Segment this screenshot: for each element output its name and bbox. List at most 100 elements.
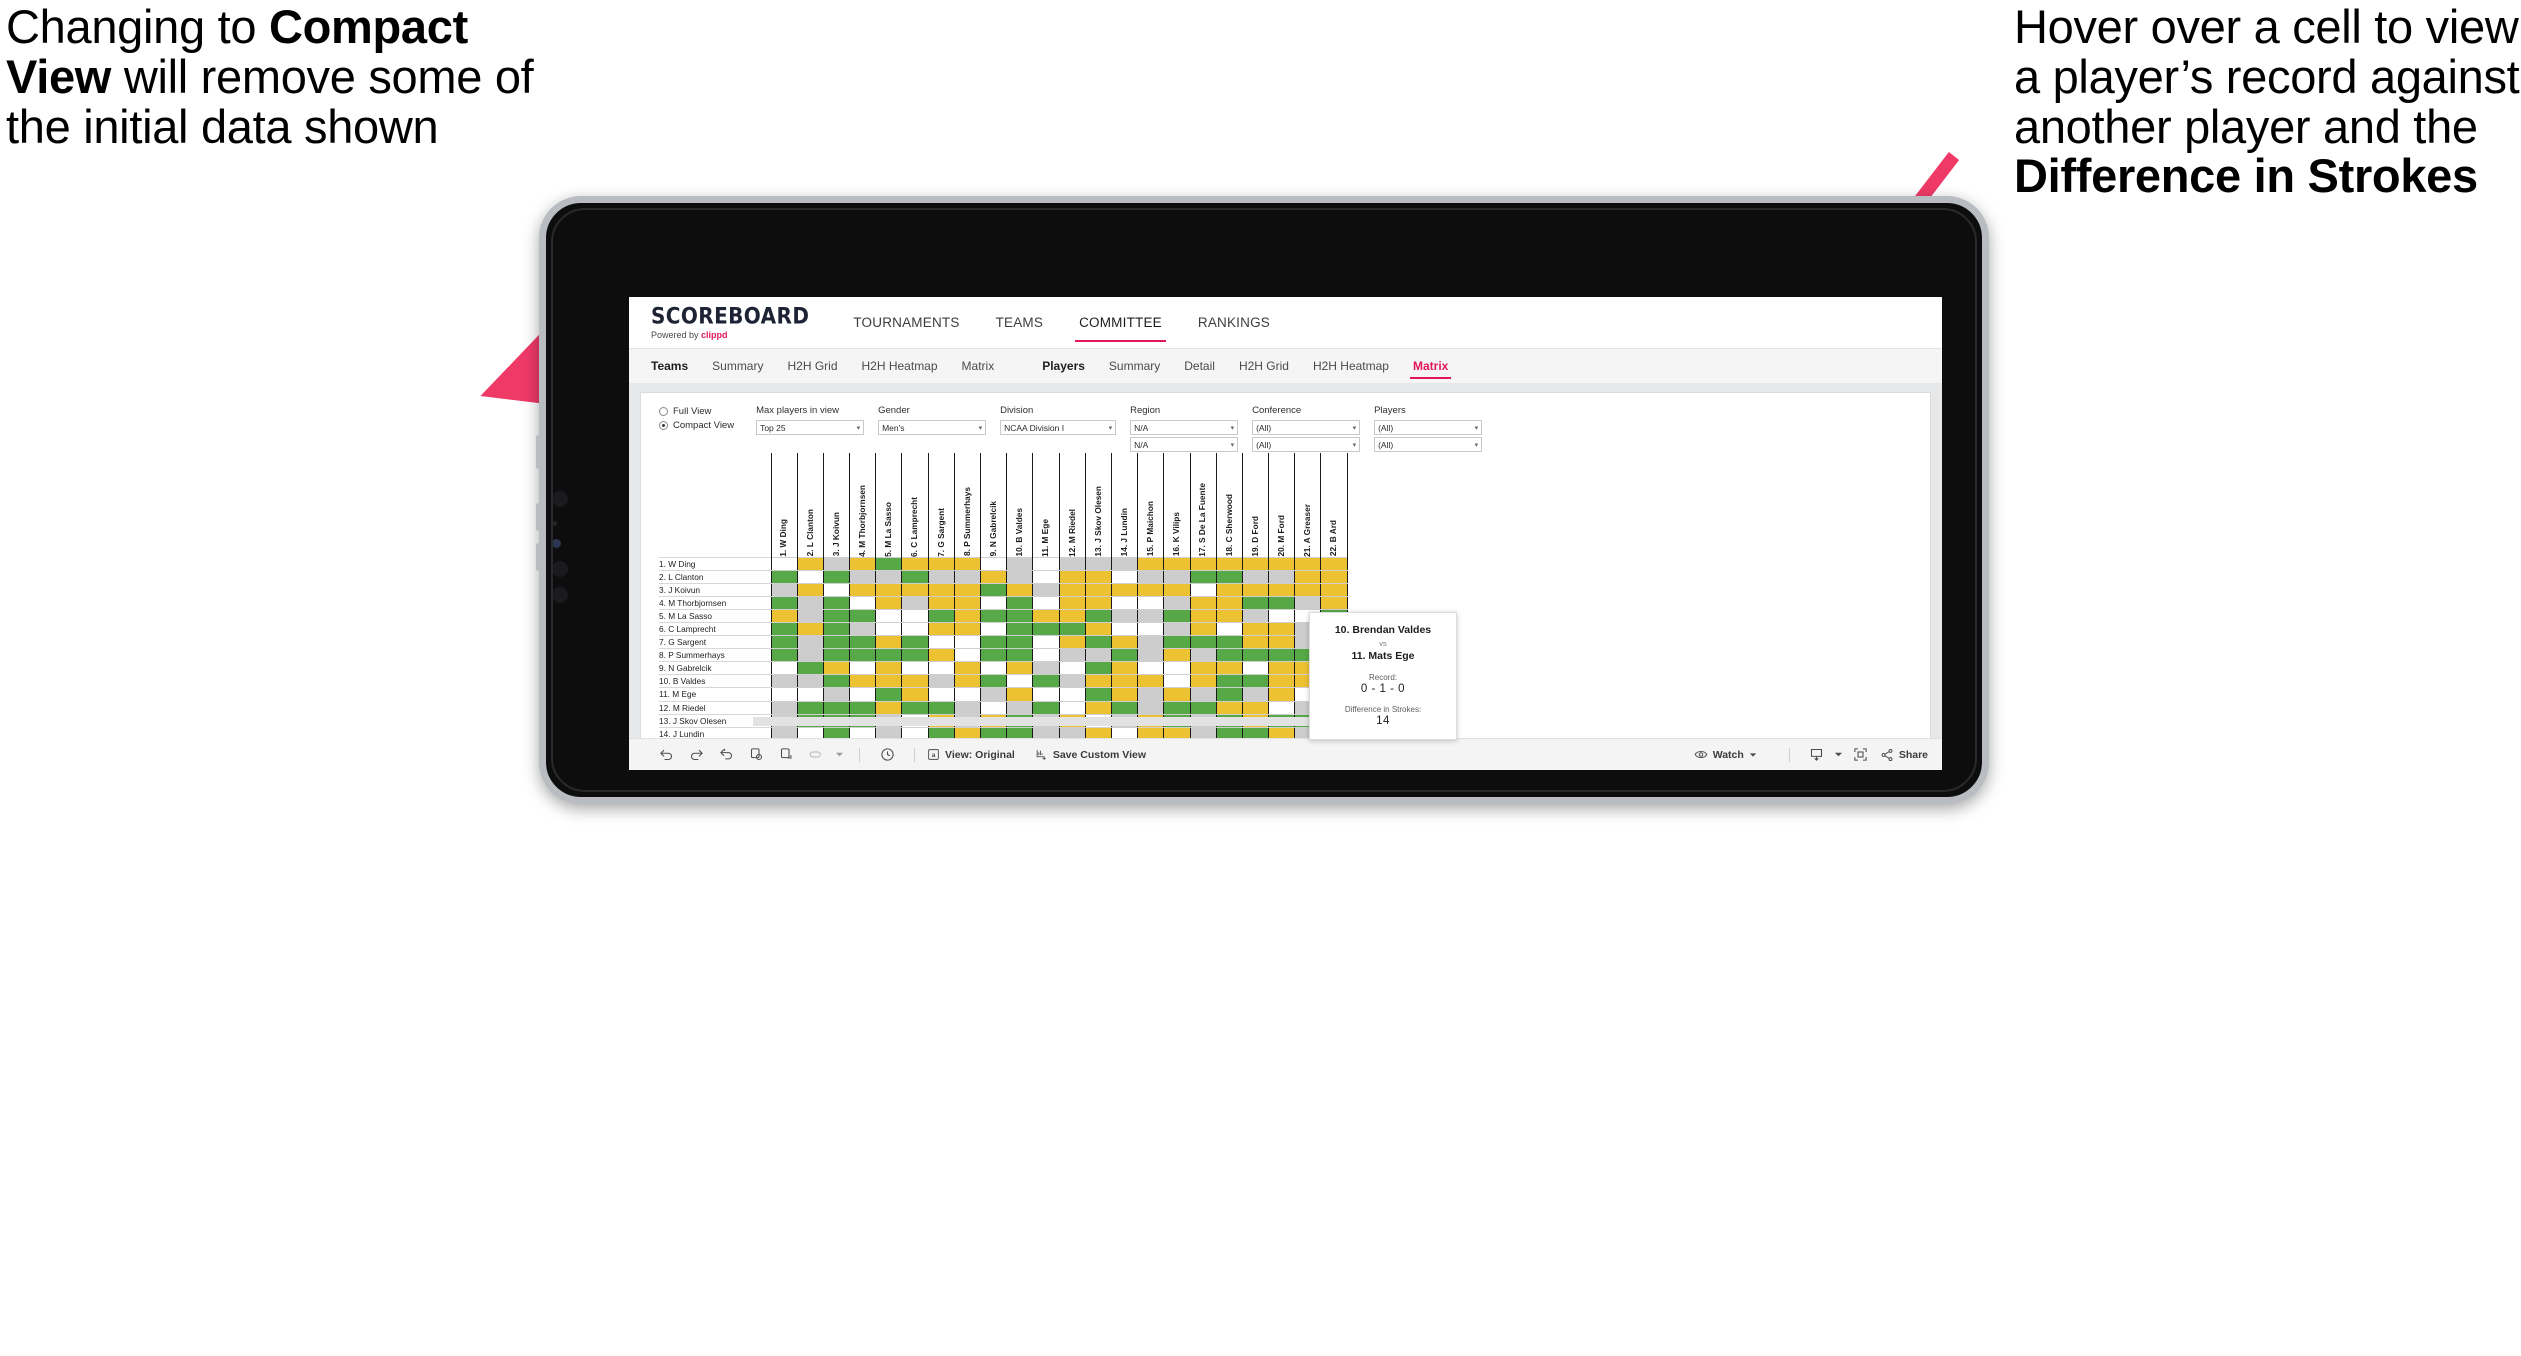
matrix-cell[interactable]	[1110, 687, 1139, 702]
filter-conference-select-2[interactable]: (All) ▾	[1252, 437, 1361, 452]
matrix-cell[interactable]	[1241, 556, 1270, 571]
matrix-cell[interactable]	[1032, 595, 1060, 610]
matrix-cell[interactable]	[927, 569, 955, 584]
matrix-cell[interactable]	[1006, 556, 1034, 571]
matrix-cell[interactable]	[1137, 648, 1165, 663]
matrix-cell[interactable]	[953, 687, 982, 702]
matrix-cell[interactable]	[1137, 569, 1165, 584]
matrix-cell[interactable]	[1084, 635, 1112, 650]
matrix-cell[interactable]	[1268, 556, 1296, 571]
matrix-cell[interactable]	[901, 608, 929, 623]
matrix-cell[interactable]	[796, 674, 824, 689]
matrix-cell[interactable]	[875, 556, 903, 571]
matrix-cell[interactable]	[979, 582, 1008, 597]
matrix-cell[interactable]	[1163, 687, 1191, 702]
matrix-cell[interactable]	[1241, 648, 1270, 663]
matrix-cell[interactable]	[1189, 582, 1217, 597]
matrix-cell[interactable]	[1006, 661, 1034, 676]
matrix-cell[interactable]	[1006, 687, 1034, 702]
matrix-cell[interactable]	[1215, 621, 1243, 637]
filter-max-players-select[interactable]: Top 25 ▾	[756, 420, 865, 435]
matrix-cell[interactable]	[1241, 687, 1270, 702]
matrix-cell[interactable]	[770, 556, 798, 571]
matrix-cell[interactable]	[796, 608, 824, 623]
matrix-cell[interactable]	[1058, 700, 1086, 715]
matrix-cell[interactable]	[1163, 556, 1191, 571]
matrix-cell[interactable]	[1110, 595, 1139, 610]
share-button[interactable]: Share	[1880, 748, 1928, 762]
matrix-cell[interactable]	[1241, 700, 1270, 715]
matrix-cell[interactable]	[1137, 582, 1165, 597]
matrix-cell[interactable]	[1084, 582, 1112, 597]
save-custom-view-button[interactable]: Save Custom View	[1035, 748, 1146, 761]
matrix-cell[interactable]	[849, 621, 877, 637]
matrix-cell[interactable]	[1006, 595, 1034, 610]
matrix-cell[interactable]	[1215, 674, 1243, 689]
matrix-cell[interactable]	[1215, 569, 1243, 584]
nav-tournaments[interactable]: TOURNAMENTS	[835, 297, 977, 348]
matrix-cell[interactable]	[1110, 635, 1139, 650]
matrix-cell[interactable]	[875, 635, 903, 650]
matrix-cell[interactable]	[979, 687, 1008, 702]
matrix-cell[interactable]	[1268, 608, 1296, 623]
matrix-cell[interactable]	[796, 582, 824, 597]
matrix-cell[interactable]	[796, 621, 824, 637]
matrix-cell[interactable]	[875, 648, 903, 663]
matrix-cell[interactable]	[979, 569, 1008, 584]
matrix-cell[interactable]	[822, 700, 851, 715]
matrix-cell[interactable]	[796, 595, 824, 610]
matrix-cell[interactable]	[1294, 569, 1322, 584]
pause-icon[interactable]	[771, 747, 801, 762]
matrix-cell[interactable]	[927, 674, 955, 689]
matrix-cell[interactable]	[849, 687, 877, 702]
filter-conference-select-1[interactable]: (All) ▾	[1252, 420, 1361, 435]
matrix-cell[interactable]	[1032, 569, 1060, 584]
matrix-cell[interactable]	[927, 635, 955, 650]
matrix-cell[interactable]	[849, 608, 877, 623]
matrix-cell[interactable]	[953, 674, 982, 689]
matrix-cell[interactable]	[875, 595, 903, 610]
matrix-cell[interactable]	[927, 582, 955, 597]
matrix-cell[interactable]	[1268, 582, 1296, 597]
matrix-cell[interactable]	[822, 556, 851, 571]
radio-full-view[interactable]: Full View	[659, 406, 734, 417]
matrix-cell[interactable]	[875, 608, 903, 623]
filter-players-select-1[interactable]: (All) ▾	[1374, 420, 1483, 435]
matrix-cell[interactable]	[1241, 621, 1270, 637]
matrix-cell[interactable]	[875, 569, 903, 584]
matrix-cell[interactable]	[1163, 569, 1191, 584]
matrix-cell[interactable]	[1215, 595, 1243, 610]
matrix-cell[interactable]	[1006, 700, 1034, 715]
matrix-cell[interactable]	[1110, 621, 1139, 637]
matrix-cell[interactable]	[1032, 556, 1060, 571]
matrix-cell[interactable]	[1032, 661, 1060, 676]
matrix-cell[interactable]	[1058, 595, 1086, 610]
matrix-cell[interactable]	[849, 635, 877, 650]
matrix-cell[interactable]	[901, 621, 929, 637]
matrix-cell[interactable]	[1137, 556, 1165, 571]
matrix-cell[interactable]	[1163, 661, 1191, 676]
matrix-cell[interactable]	[1320, 569, 1348, 584]
nav-committee[interactable]: COMMITTEE	[1061, 297, 1180, 348]
matrix-cell[interactable]	[1189, 661, 1217, 676]
matrix-cell[interactable]	[822, 687, 851, 702]
matrix-cell[interactable]	[979, 648, 1008, 663]
matrix-cell[interactable]	[1241, 608, 1270, 623]
matrix-cell[interactable]	[979, 621, 1008, 637]
matrix-cell[interactable]	[1294, 595, 1322, 610]
matrix-cell[interactable]	[953, 635, 982, 650]
matrix-cell[interactable]	[770, 687, 798, 702]
matrix-cell[interactable]	[1163, 582, 1191, 597]
matrix-cell[interactable]	[1084, 687, 1112, 702]
matrix-cell[interactable]	[927, 595, 955, 610]
matrix-cell[interactable]	[770, 661, 798, 676]
matrix-cell[interactable]	[1058, 687, 1086, 702]
tab-teams-h2h-heatmap[interactable]: H2H Heatmap	[850, 359, 950, 373]
matrix-cell[interactable]	[1163, 635, 1191, 650]
matrix-cell[interactable]	[1241, 674, 1270, 689]
matrix-cell[interactable]	[927, 608, 955, 623]
matrix-cell[interactable]	[927, 687, 955, 702]
matrix-cell[interactable]	[1032, 635, 1060, 650]
matrix-cell[interactable]	[1320, 595, 1348, 610]
filter-gender-select[interactable]: Men's ▾	[878, 420, 987, 435]
